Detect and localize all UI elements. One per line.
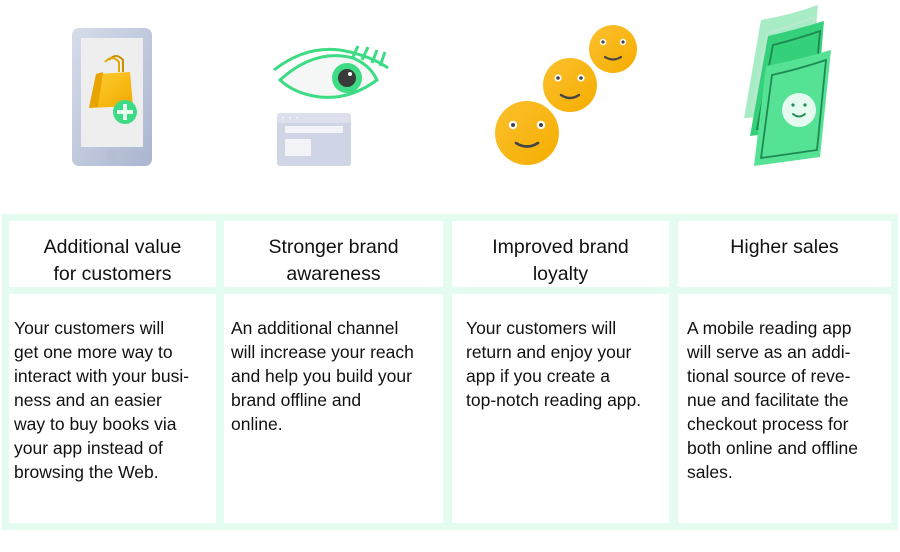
header-title: Additional value for customers bbox=[44, 234, 182, 288]
smiley-small bbox=[589, 25, 637, 73]
body-text-line: will serve as an addi- bbox=[687, 342, 851, 362]
body-text-line: sales. bbox=[687, 462, 733, 482]
body-text-line: and help you build your bbox=[231, 366, 412, 386]
icons-row bbox=[0, 0, 900, 205]
header-cell-higher-sales: Higher sales bbox=[678, 221, 891, 287]
body-text-line: app if you create a bbox=[466, 366, 610, 386]
smiley-faces-icon bbox=[490, 0, 640, 205]
smiley-medium bbox=[543, 58, 597, 112]
body-text-line: both online and offline bbox=[687, 438, 858, 458]
header-title-line: Higher sales bbox=[730, 236, 839, 258]
header-title: Higher sales bbox=[730, 234, 838, 261]
header-title: Improved brand loyalty bbox=[492, 234, 629, 288]
body-text-line: Your customers will bbox=[14, 318, 165, 338]
header-title-line: Additional value bbox=[43, 236, 182, 258]
body-cell-higher-sales: A mobile reading app will serve as an ad… bbox=[678, 294, 891, 523]
body-text-line: brand offline and bbox=[231, 390, 362, 410]
body-text-line: nue and facilitate the bbox=[687, 390, 849, 410]
header-title-line: Stronger brand bbox=[268, 236, 399, 258]
body-text-line: tional source of reve- bbox=[687, 366, 851, 386]
body-text-line: return and enjoy your bbox=[466, 342, 632, 362]
header-title-line: awareness bbox=[286, 263, 381, 285]
body-text-line: online. bbox=[231, 414, 283, 434]
body-text-line: top-notch reading app. bbox=[466, 390, 642, 410]
body-cell-brand-loyalty: Your customers will return and enjoy you… bbox=[452, 294, 669, 523]
header-cell-brand-awareness: Stronger brand awareness bbox=[224, 221, 443, 287]
phone-shopping-bag-icon bbox=[60, 0, 170, 205]
body-text-line: A mobile reading app bbox=[687, 318, 852, 338]
money-bills-icon bbox=[740, 0, 840, 205]
body-text-line: way to buy books via bbox=[14, 414, 177, 434]
body-text-line: browsing the Web. bbox=[14, 462, 159, 482]
smiley-large bbox=[495, 101, 559, 165]
header-title-line: loyalty bbox=[532, 263, 589, 285]
body-text-line: checkout process for bbox=[687, 414, 849, 434]
header-title-line: Improved brand bbox=[492, 236, 629, 258]
header-cell-brand-loyalty: Improved brand loyalty bbox=[452, 221, 669, 287]
body-text-line: interact with your busi- bbox=[14, 366, 190, 386]
header-title-line: for customers bbox=[53, 263, 172, 285]
header-cell-additional-value: Additional value for customers bbox=[9, 221, 216, 287]
benefits-table: Additional value for customers Stronger … bbox=[2, 214, 898, 530]
body-text-line: ness and an easier bbox=[14, 390, 162, 410]
body-text-line: get one more way to bbox=[14, 342, 173, 362]
eye-browser-window-icon bbox=[270, 0, 400, 205]
body-cell-additional-value: Your customers will get one more way to … bbox=[9, 294, 216, 523]
body-cell-brand-awareness: An additional channel will increase your… bbox=[224, 294, 443, 523]
body-text-line: will increase your reach bbox=[231, 342, 414, 362]
body-text-line: An additional channel bbox=[231, 318, 399, 338]
header-title: Stronger brand awareness bbox=[268, 234, 398, 288]
body-text-line: your app instead of bbox=[14, 438, 163, 458]
body-text-line: Your customers will bbox=[466, 318, 617, 338]
